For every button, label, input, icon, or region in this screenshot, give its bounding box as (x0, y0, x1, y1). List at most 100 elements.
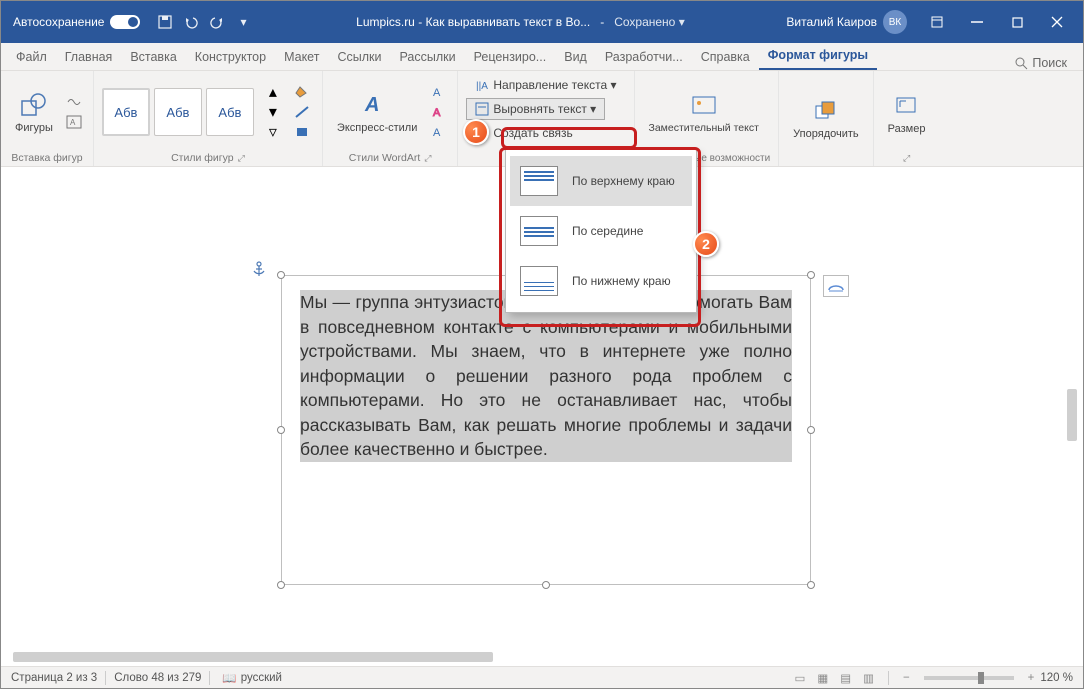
layout-options-icon[interactable] (823, 275, 849, 297)
tab-references[interactable]: Ссылки (328, 44, 390, 70)
size-label: Размер (888, 123, 926, 135)
spellcheck-icon[interactable]: 📖 (218, 671, 240, 685)
avatar: ВК (883, 10, 907, 34)
express-label: Экспресс-стили (337, 122, 417, 134)
text-direction-button[interactable]: ||A Направление текста ▾ (466, 74, 625, 96)
shapes-extras: A (63, 93, 85, 131)
tab-home[interactable]: Главная (56, 44, 122, 70)
save-icon[interactable] (154, 11, 176, 33)
wordart-icon: A (362, 90, 392, 120)
scroll-thumb[interactable] (13, 652, 493, 662)
tab-layout[interactable]: Макет (275, 44, 328, 70)
ribbon-group-insert-shapes: Фигуры A Вставка фигур (1, 71, 94, 166)
horizontal-scrollbar[interactable] (13, 652, 813, 664)
text-box-icon[interactable]: A (63, 113, 85, 131)
shape-fill-icon[interactable] (292, 83, 314, 101)
style-preset-1[interactable]: Абв (102, 88, 150, 136)
zoom-in-icon[interactable]: + (1022, 672, 1041, 684)
undo-icon[interactable] (180, 11, 202, 33)
text-direction-icon: ||A (475, 78, 489, 92)
user-account[interactable]: Виталий Каиров ВК (786, 10, 907, 34)
doc-name: Lumpics.ru - Как выравнивать текст в Во.… (356, 15, 590, 29)
scroll-thumb[interactable] (1067, 389, 1077, 441)
gallery-down-icon[interactable]: ▾ (262, 103, 284, 121)
badge-1: 1 (463, 119, 489, 145)
menu-item-align-top[interactable]: По верхнему краю (510, 156, 692, 206)
align-bottom-icon (520, 266, 558, 296)
align-middle-label: По середине (572, 224, 643, 238)
text-fill-icon[interactable]: A (427, 83, 449, 101)
text-effects-icon[interactable]: A (427, 123, 449, 141)
dialog-launcher-icon[interactable]: ⤢ (424, 153, 431, 164)
shape-outline-icon[interactable] (292, 103, 314, 121)
tab-mailings[interactable]: Рассылки (390, 44, 464, 70)
alt-text-label: Заместительный текст (649, 123, 759, 135)
tab-review[interactable]: Рецензиро... (465, 44, 556, 70)
tab-view[interactable]: Вид (555, 44, 596, 70)
save-status[interactable]: Сохранено ▾ (614, 15, 685, 29)
vertical-scrollbar[interactable] (1067, 189, 1079, 648)
word-count[interactable]: Слово 48 из 279 (114, 672, 201, 684)
ribbon-group-wordart: A Экспресс-стили A A A Стили WordArt ⤢ (323, 71, 458, 166)
print-layout-icon[interactable]: ▦ (811, 671, 834, 685)
resize-handle[interactable] (807, 271, 815, 279)
minimize-icon[interactable] (957, 6, 997, 38)
close-icon[interactable] (1037, 6, 1077, 38)
zoom-slider[interactable] (924, 676, 1014, 680)
tab-design[interactable]: Конструктор (186, 44, 275, 70)
page-indicator[interactable]: Страница 2 из 3 (11, 672, 97, 684)
align-text-menu: По верхнему краю По середине По нижнему … (505, 149, 697, 313)
resize-handle[interactable] (277, 581, 285, 589)
tab-shape-format[interactable]: Формат фигуры (759, 42, 877, 70)
menu-item-align-middle[interactable]: По середине (510, 206, 692, 256)
ribbon-group-shape-styles: Абв Абв Абв ▴ ▾ ▿ Стили фигур ⤢ (94, 71, 323, 166)
shapes-icon (19, 90, 49, 120)
express-styles-button[interactable]: A Экспресс-стили (331, 88, 423, 136)
read-mode-icon[interactable]: ▤ (834, 671, 857, 685)
shapes-button[interactable]: Фигуры (9, 88, 59, 136)
resize-handle[interactable] (277, 426, 285, 434)
web-layout-icon[interactable]: ▥ (857, 671, 880, 685)
size-button[interactable]: Размер (882, 89, 932, 137)
menu-item-align-bottom[interactable]: По нижнему краю (510, 256, 692, 306)
selected-text[interactable]: Мы — группа энтузиастов, увлеченных идее… (300, 290, 792, 462)
text-box-shape[interactable]: Мы — группа энтузиастов, увлеченных идее… (281, 275, 811, 585)
alt-text-icon (689, 91, 719, 121)
autosave-toggle[interactable]: Автосохранение (7, 15, 146, 29)
shapes-label: Фигуры (15, 122, 53, 134)
zoom-out-icon[interactable]: − (897, 672, 916, 684)
svg-text:A: A (433, 107, 441, 119)
shape-effects-icon[interactable] (292, 123, 314, 141)
dialog-launcher-icon[interactable]: ⤢ (903, 153, 910, 164)
gallery-more-icon[interactable]: ▿ (262, 123, 284, 141)
arrange-button[interactable]: Упорядочить (787, 94, 864, 142)
svg-text:A: A (433, 127, 441, 139)
tab-help[interactable]: Справка (692, 44, 759, 70)
resize-handle[interactable] (807, 581, 815, 589)
maximize-icon[interactable] (997, 6, 1037, 38)
edit-shape-icon[interactable] (63, 93, 85, 111)
gallery-up-icon[interactable]: ▴ (262, 83, 284, 101)
qat-dropdown-icon[interactable]: ▾ (232, 11, 254, 33)
redo-icon[interactable] (206, 11, 228, 33)
language-indicator[interactable]: русский (241, 672, 282, 684)
zoom-level[interactable]: 120 % (1040, 672, 1073, 684)
text-outline-icon[interactable]: A (427, 103, 449, 121)
resize-handle[interactable] (542, 581, 550, 589)
search-box[interactable]: Поиск (1005, 56, 1077, 70)
resize-handle[interactable] (277, 271, 285, 279)
alt-text-button[interactable]: Заместительный текст (643, 89, 765, 137)
group-label-wordart: Стили WordArt (349, 152, 420, 164)
tab-file[interactable]: Файл (7, 44, 56, 70)
toggle-switch[interactable] (110, 15, 140, 29)
focus-view-icon[interactable]: ▭ (788, 671, 811, 685)
dialog-launcher-icon[interactable]: ⤢ (238, 153, 245, 164)
align-text-button[interactable]: Выровнять текст ▾ (466, 98, 605, 120)
document-title: Lumpics.ru - Как выравнивать текст в Во.… (254, 15, 786, 29)
style-preset-2[interactable]: Абв (154, 88, 202, 136)
tab-insert[interactable]: Вставка (121, 44, 185, 70)
tab-developer[interactable]: Разработчи... (596, 44, 692, 70)
ribbon-options-icon[interactable] (917, 6, 957, 38)
style-preset-3[interactable]: Абв (206, 88, 254, 136)
resize-handle[interactable] (807, 426, 815, 434)
